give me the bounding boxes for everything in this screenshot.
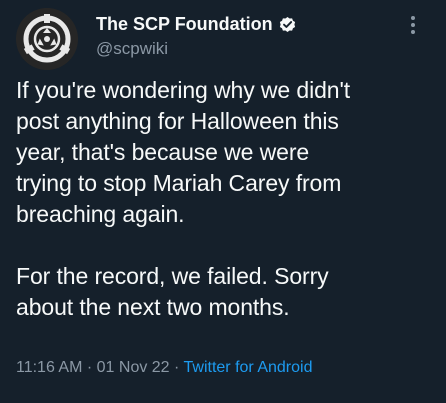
tweet-text-line: trying to stop Mariah Carey from xyxy=(16,170,342,196)
tweet-text-line: year, that's because we were xyxy=(16,139,310,165)
meta-separator: · xyxy=(82,359,97,376)
author-name-row[interactable]: The SCP Foundation xyxy=(96,12,297,36)
scp-logo-icon xyxy=(16,8,78,70)
tweet-card: The SCP Foundation @scpwiki If you're wo… xyxy=(0,0,446,403)
tweet-text-line: about the next two months. xyxy=(16,294,290,320)
author-display-name[interactable]: The SCP Foundation xyxy=(96,14,273,35)
meta-separator: · xyxy=(169,359,184,376)
tweet-date[interactable]: 01 Nov 22 xyxy=(97,359,170,376)
tweet-text-line: post anything for Halloween this xyxy=(16,108,339,134)
more-options-button[interactable] xyxy=(396,14,430,36)
verified-badge-icon xyxy=(278,15,297,34)
tweet-time[interactable]: 11:16 AM xyxy=(16,359,82,376)
tweet-text-line: If you're wondering why we didn't xyxy=(16,77,351,103)
tweet-source-link[interactable]: Twitter for Android xyxy=(184,359,313,376)
more-vertical-icon xyxy=(411,16,415,34)
author-handle[interactable]: @scpwiki xyxy=(96,39,168,59)
avatar[interactable] xyxy=(16,8,78,70)
tweet-body: If you're wondering why we didn't post a… xyxy=(16,75,440,323)
tweet-text-line: For the record, we failed. Sorry xyxy=(16,263,329,289)
tweet-text-line: breaching again. xyxy=(16,201,185,227)
tweet-meta: 11:16 AM · 01 Nov 22 · Twitter for Andro… xyxy=(16,359,312,377)
